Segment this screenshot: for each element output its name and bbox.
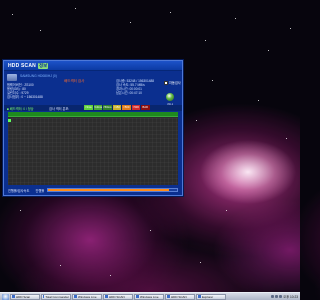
- drive-info-panel: SAMSUNG HD080HJ (0) 펌웨어버전 : ZS100 용량(GB)…: [4, 71, 182, 107]
- taskbar-button[interactable]: Windows Live: [72, 293, 102, 300]
- scan-status: 검사중: 53248 / 156301488 검사 속도: 55.7 MB/s …: [116, 79, 154, 95]
- task-buttons: HDD Scan Total Commander Windows Live HDD S…: [10, 293, 226, 300]
- auto-check-checkbox[interactable]: [164, 80, 168, 85]
- legend-swatch: <50ms: [103, 105, 112, 110]
- legend-swatches: <3ms <10ms <50ms <150 <500 >500 BAD: [84, 105, 150, 110]
- legend-swatch: <3ms: [84, 105, 93, 110]
- sector-map-progress: [8, 112, 178, 117]
- legend-bar: ■ 배드섹터: 0 / 정상 검사 섹터 분포: <3ms <10ms <50ms <…: [4, 105, 182, 111]
- legend-caption: 검사 섹터 분포:: [49, 107, 70, 111]
- window-title: HDD SCAN: [8, 62, 36, 69]
- taskbar-button[interactable]: HDD Scan: [10, 293, 40, 300]
- scan-cursor: [8, 119, 11, 122]
- legend-swatch: <150: [112, 105, 121, 110]
- progress-label: 진행률/검사속도: [8, 188, 30, 193]
- hard-drive-icon: [7, 74, 17, 81]
- taskbar-button[interactable]: HDD SCAN: [103, 293, 133, 300]
- auto-check-label: 자동검사: [169, 81, 181, 85]
- taskbar-button-label: Windows Live: [78, 294, 97, 299]
- tray-volume-icon[interactable]: [275, 295, 279, 298]
- taskbar: HDD Scan Total Commander Windows Live HDD S…: [0, 292, 300, 300]
- taskbar-button[interactable]: Windows Live: [134, 293, 164, 300]
- drive-detail-line: 검사범위 : 0 ~ 156301488: [7, 95, 43, 99]
- progress-track: [47, 188, 178, 192]
- taskbar-button-label: HDD SCAN: [171, 294, 187, 299]
- sector-grid: [8, 118, 178, 185]
- taskbar-button-label: Explorer: [202, 294, 214, 299]
- taskbar-button-label: HDD SCAN: [109, 294, 125, 299]
- app-icon: [167, 295, 170, 298]
- taskbar-clock[interactable]: 오후 10:23: [283, 294, 298, 299]
- drive-details: 펌웨어버전 : ZS100 용량(GB) : 80 실린더수 : 9729 검사…: [7, 83, 43, 99]
- legend-swatch: <500: [122, 105, 131, 110]
- app-icon: [74, 295, 77, 298]
- taskbar-button[interactable]: Total Commander: [41, 293, 71, 300]
- sector-map: [8, 112, 178, 185]
- system-tray: 오후 10:23: [271, 294, 300, 299]
- taskbar-button-label: Total Commander: [45, 294, 69, 299]
- app-icon: [12, 295, 15, 298]
- drive-model: SAMSUNG HD080HJ (0): [20, 74, 57, 78]
- start-button[interactable]: [2, 293, 9, 300]
- progress-bar-row: 진행률/검사속도 진행률: [8, 187, 178, 193]
- app-icon: [198, 295, 201, 298]
- app-icon: [136, 295, 139, 298]
- title-bar[interactable]: HDD SCAN 정보: [4, 61, 182, 71]
- app-icon: [43, 295, 45, 298]
- status-line: 남은시간: 00:47:10: [116, 91, 142, 95]
- legend-swatch: <10ms: [93, 105, 102, 110]
- progress-fill: [48, 189, 170, 191]
- tray-shield-icon[interactable]: [279, 295, 283, 298]
- hdd-scan-window[interactable]: HDD SCAN 정보 SAMSUNG HD080HJ (0) 펌웨어버전 : …: [3, 60, 183, 196]
- auto-check-toggle[interactable]: 자동검사: [164, 80, 181, 85]
- taskbar-button-label: HDD Scan: [16, 294, 31, 299]
- scan-refresh-icon[interactable]: [166, 93, 174, 101]
- taskbar-button[interactable]: Explorer: [196, 293, 226, 300]
- app-icon: [105, 295, 108, 298]
- progress-sub-label: 진행률: [35, 188, 45, 193]
- taskbar-button-label: Windows Live: [140, 294, 159, 299]
- taskbar-button[interactable]: HDD SCAN: [165, 293, 195, 300]
- tray-network-icon[interactable]: [271, 295, 275, 298]
- legend-swatch: BAD: [141, 105, 150, 110]
- legend-swatch: >500: [131, 105, 140, 110]
- scan-caption: 배드섹터 검사: [64, 79, 85, 83]
- title-badge: 정보: [38, 62, 49, 69]
- bad-sector-count: ■ 배드섹터: 0 / 정상: [7, 107, 34, 111]
